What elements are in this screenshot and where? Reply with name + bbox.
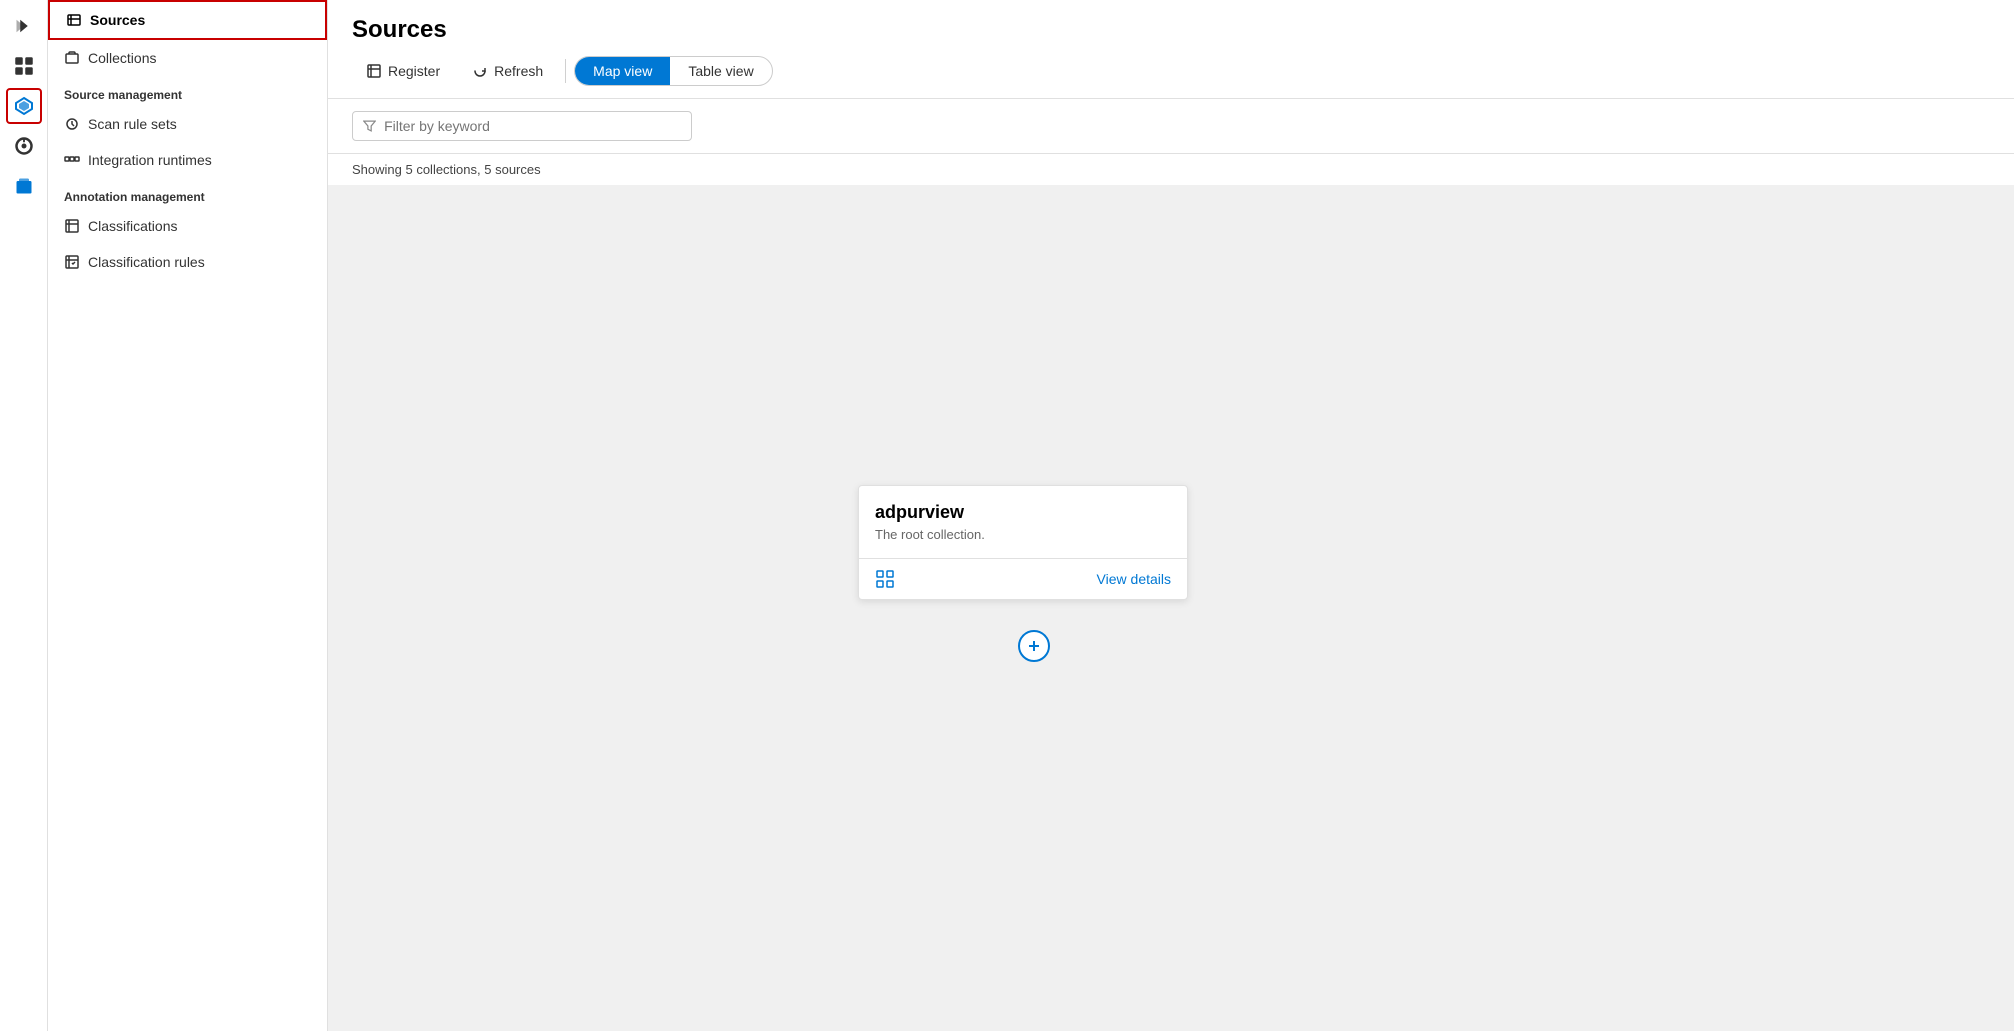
sidebar-scan-rule-sets-label: Scan rule sets [88, 116, 177, 132]
refresh-button[interactable]: Refresh [458, 57, 557, 85]
sidebar-collections-label: Collections [88, 50, 156, 66]
add-child-button[interactable] [1018, 630, 1050, 662]
purview-icon[interactable] [6, 88, 42, 124]
main-content: Sources Register Refresh Ma [328, 0, 2014, 1031]
home-icon[interactable] [6, 48, 42, 84]
sidebar-classification-rules-label: Classification rules [88, 254, 205, 270]
expand-icon[interactable] [6, 8, 42, 44]
map-view-button[interactable]: Map view [575, 57, 670, 85]
card-title: adpurview [875, 502, 1171, 523]
main-header: Sources Register Refresh Ma [328, 0, 2014, 99]
sidebar-item-classification-rules[interactable]: Classification rules [48, 244, 327, 280]
data-catalog-icon[interactable] [6, 168, 42, 204]
register-button[interactable]: Register [352, 57, 454, 85]
view-toggle: Map view Table view [574, 56, 773, 86]
sidebar: Sources Collections Source management Sc… [48, 0, 328, 1031]
filter-input[interactable] [384, 118, 681, 134]
sidebar-item-collections[interactable]: Collections [48, 40, 327, 76]
source-management-section: Source management [48, 76, 327, 106]
filter-icon [363, 119, 376, 133]
table-view-button[interactable]: Table view [670, 57, 771, 85]
sidebar-item-classifications[interactable]: Classifications [48, 208, 327, 244]
sidebar-item-sources[interactable]: Sources [48, 0, 327, 40]
sidebar-item-scan-rule-sets[interactable]: Scan rule sets [48, 106, 327, 142]
refresh-icon [472, 63, 488, 79]
card-subtitle: The root collection. [875, 527, 1171, 542]
toolbar: Register Refresh Map view Table view [352, 56, 1990, 98]
annotation-management-section: Annotation management [48, 178, 327, 208]
card-footer: View details [859, 558, 1187, 599]
card-body: adpurview The root collection. [859, 486, 1187, 558]
source-card: adpurview The root collection. View deta… [858, 485, 1188, 600]
toolbar-divider [565, 59, 566, 83]
plus-icon [1026, 638, 1042, 654]
grid-icon [875, 569, 895, 589]
map-area: adpurview The root collection. View deta… [328, 185, 2014, 1031]
insights-icon[interactable] [6, 128, 42, 164]
showing-text: Showing 5 collections, 5 sources [328, 154, 2014, 185]
sidebar-item-integration-runtimes[interactable]: Integration runtimes [48, 142, 327, 178]
sidebar-sources-label: Sources [90, 12, 145, 28]
sidebar-classifications-label: Classifications [88, 218, 177, 234]
filter-bar [328, 99, 2014, 154]
register-icon [366, 63, 382, 79]
view-details-link[interactable]: View details [1097, 571, 1171, 587]
filter-input-wrapper [352, 111, 692, 141]
icon-rail [0, 0, 48, 1031]
page-title: Sources [352, 16, 1990, 44]
sidebar-integration-runtimes-label: Integration runtimes [88, 152, 212, 168]
